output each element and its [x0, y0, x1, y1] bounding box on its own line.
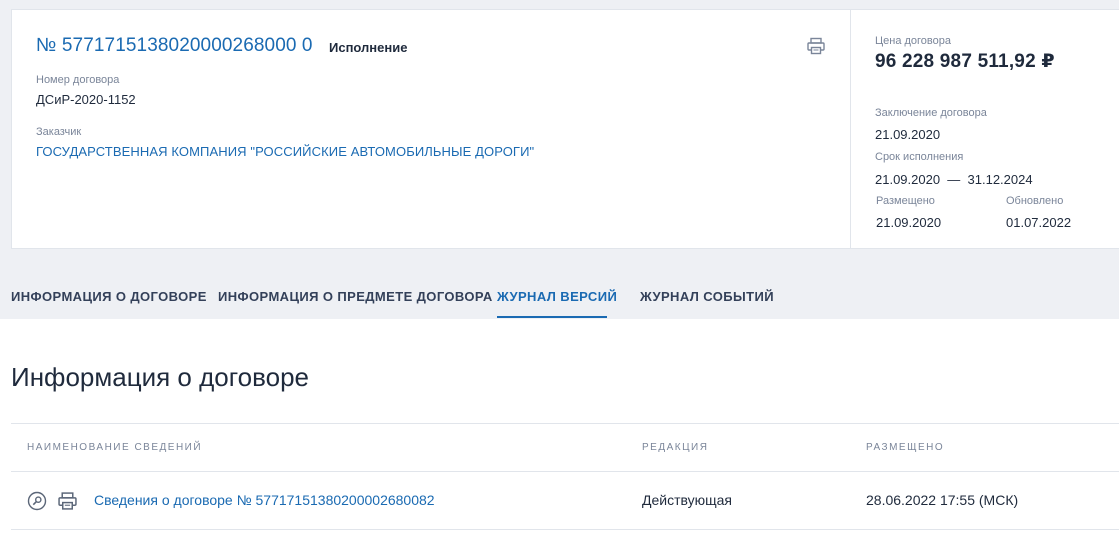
price-label: Цена договора [875, 35, 952, 47]
customer-link[interactable]: ГОСУДАРСТВЕННАЯ КОМПАНИЯ "РОССИЙСКИЕ АВТ… [36, 144, 534, 159]
placed-label: Размещено [876, 195, 935, 207]
version-placed: 28.06.2022 17:55 (МСК) [866, 492, 1019, 508]
contract-reg-number[interactable]: № 5771715138020000268000 0 [36, 35, 313, 57]
term-label: Срок исполнения [875, 151, 964, 163]
updated-label: Обновлено [1006, 195, 1064, 207]
price-value: 96 228 987 511,92 ₽ [875, 51, 1055, 72]
contract-number-label: Номер договора [36, 74, 120, 86]
versions-panel: Информация о договоре Наименование сведе… [0, 319, 1119, 551]
updated-value: 01.07.2022 [1006, 215, 1072, 230]
customer-label: Заказчик [36, 126, 82, 138]
contract-number-value: ДСиР-2020-1152 [36, 92, 136, 107]
contract-main-info: № 5771715138020000268000 0 Исполнение Но… [12, 10, 850, 248]
tab-versions-journal[interactable]: ЖУРНАЛ ВЕРСИЙ [497, 289, 617, 304]
term-value: 21.09.2020 — 31.12.2024 [875, 172, 1033, 187]
column-header-edition: Редакция [642, 442, 709, 453]
print-icon[interactable] [807, 37, 825, 55]
print-icon[interactable] [58, 491, 77, 511]
column-header-placed: Размещено [866, 442, 945, 453]
conclusion-label: Заключение договора [875, 107, 987, 119]
tab-contract-info[interactable]: ИНФОРМАЦИЯ О ДОГОВОРЕ [11, 289, 207, 304]
conclusion-value: 21.09.2020 [875, 127, 941, 142]
contract-status: Исполнение [329, 40, 408, 55]
divider [11, 529, 1119, 530]
active-tab-indicator [497, 316, 607, 318]
column-header-name: Наименование сведений [27, 442, 203, 453]
divider [11, 471, 1119, 472]
contract-card: № 5771715138020000268000 0 Исполнение Но… [11, 9, 1119, 249]
tab-contract-subject[interactable]: ИНФОРМАЦИЯ О ПРЕДМЕТЕ ДОГОВОРА [218, 289, 493, 304]
version-name-link[interactable]: Сведения о договоре № 577171513802000026… [94, 492, 435, 508]
magnifier-icon[interactable] [27, 491, 47, 511]
tab-bar: ИНФОРМАЦИЯ О ДОГОВОРЕ ИНФОРМАЦИЯ О ПРЕДМ… [0, 249, 1119, 319]
tab-events-journal[interactable]: ЖУРНАЛ СОБЫТИЙ [640, 289, 774, 304]
divider [11, 423, 1119, 424]
contract-summary: Цена договора 96 228 987 511,92 ₽ Заключ… [850, 10, 1119, 248]
section-title: Информация о договоре [11, 362, 309, 392]
placed-value: 21.09.2020 [876, 215, 942, 230]
version-edition: Действующая [642, 492, 733, 508]
